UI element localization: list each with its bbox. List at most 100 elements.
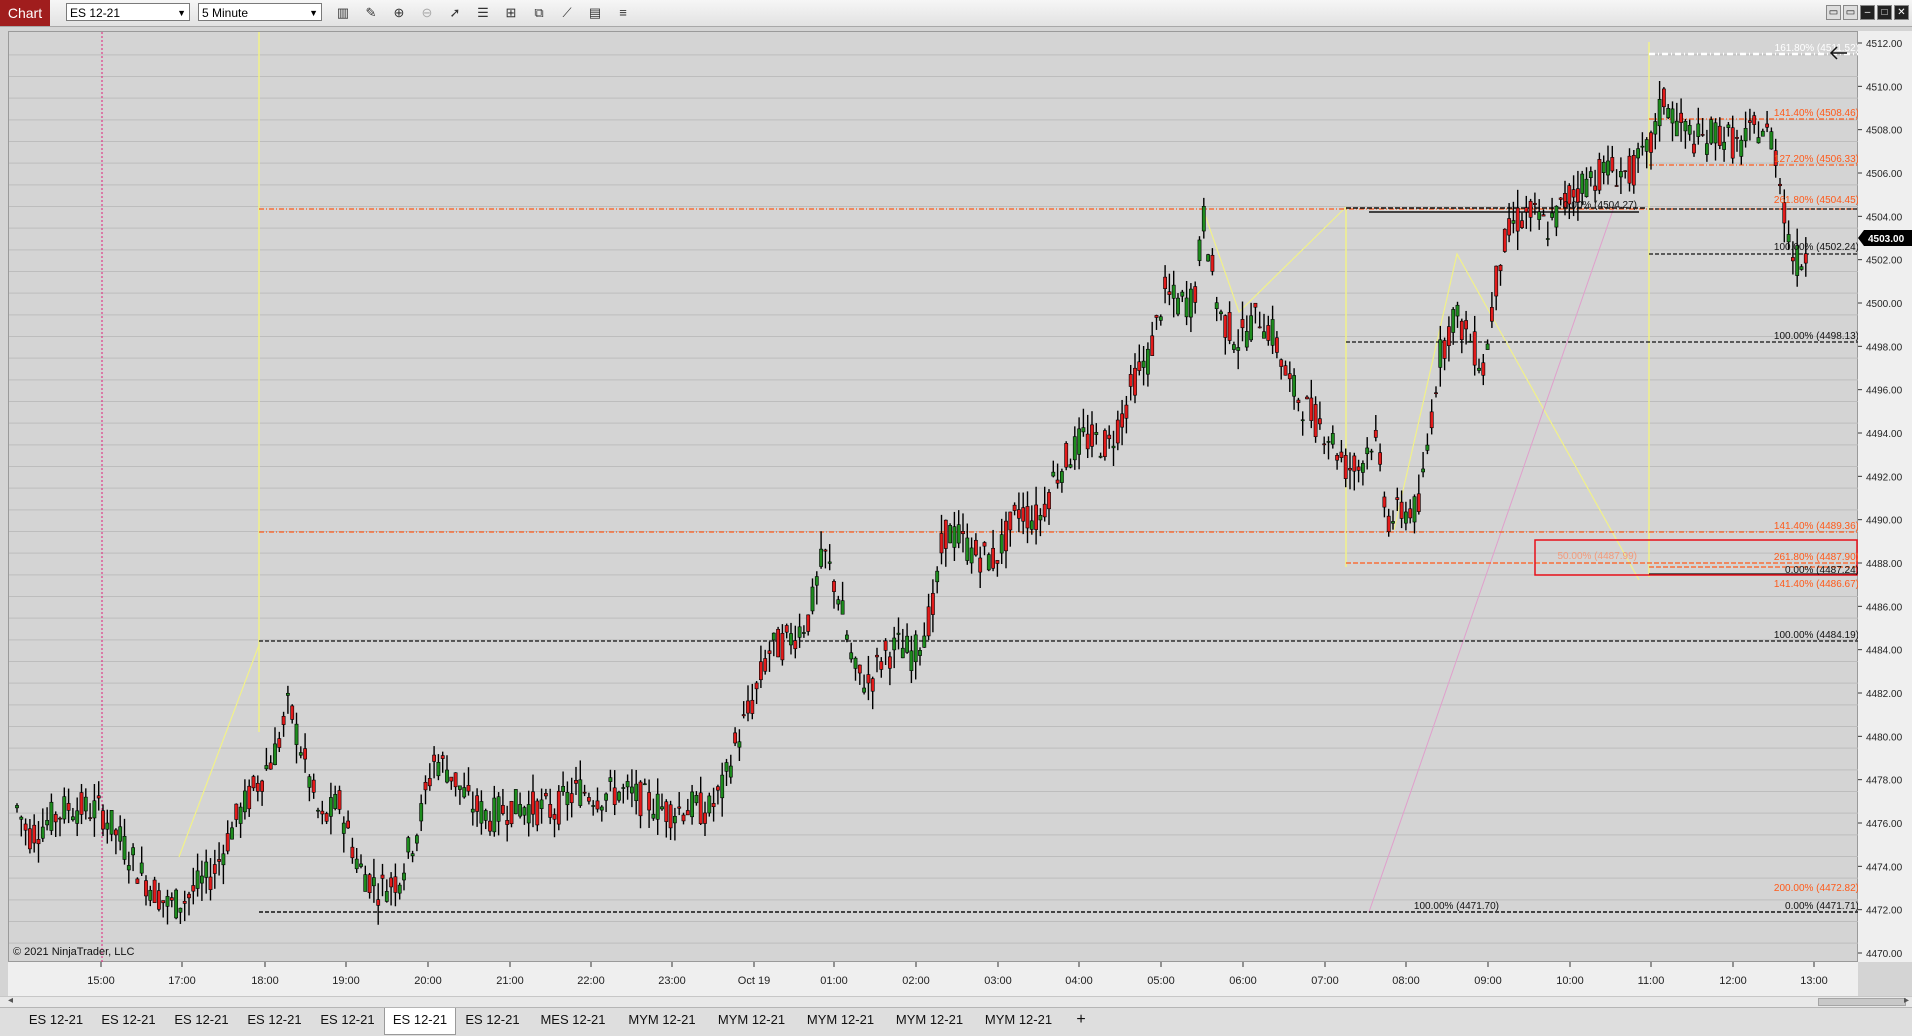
time-axis[interactable]: 15:00 17:00 18:00 19:00 20:00 21:00 22:00 23:00… bbox=[8, 962, 1858, 996]
time-tick-label: 12:00 bbox=[1719, 975, 1747, 987]
scroll-left-icon[interactable]: ◂ bbox=[8, 995, 13, 1006]
candle-body bbox=[1201, 206, 1206, 232]
candle-body bbox=[1275, 337, 1279, 353]
pencil-draw-icon[interactable]: ✎ bbox=[362, 4, 380, 22]
candle-body bbox=[1687, 125, 1692, 135]
scroll-thumb[interactable] bbox=[1818, 998, 1906, 1006]
candle-body bbox=[1528, 200, 1533, 218]
candle-body bbox=[230, 827, 234, 840]
candle-body bbox=[565, 792, 570, 806]
time-tick-label: 04:00 bbox=[1065, 975, 1093, 987]
candle-body bbox=[79, 792, 84, 815]
candle-body bbox=[1515, 207, 1520, 232]
candle-body bbox=[1756, 137, 1761, 144]
candle-body bbox=[1055, 479, 1060, 484]
zoom-in-icon[interactable]: ⊕ bbox=[390, 4, 408, 22]
candle-body bbox=[823, 549, 828, 552]
candle-body bbox=[32, 824, 37, 844]
candle-body bbox=[1382, 496, 1387, 508]
candle-body bbox=[1752, 115, 1757, 125]
scroll-right-icon[interactable]: ▸ bbox=[1904, 995, 1909, 1006]
candle-body bbox=[1244, 331, 1249, 348]
fib-label: 261.80% (4487.90) bbox=[1774, 552, 1859, 563]
strategies-icon[interactable]: ⧉ bbox=[530, 4, 548, 22]
candle-body bbox=[406, 837, 411, 853]
candle-body bbox=[1507, 218, 1512, 236]
candle-body bbox=[371, 877, 376, 887]
candle-body bbox=[294, 723, 299, 745]
candle-body bbox=[255, 782, 260, 792]
instrument-tab[interactable]: MYM 12-21 bbox=[617, 1008, 707, 1032]
candle-body bbox=[1640, 145, 1645, 148]
candle-body bbox=[784, 625, 789, 633]
zoom-out-icon[interactable]: ⊖ bbox=[418, 4, 436, 22]
instrument-tab[interactable]: ES 12-21 bbox=[92, 1008, 165, 1032]
instrument-tab[interactable]: MYM 12-21 bbox=[707, 1008, 796, 1032]
candle-body bbox=[62, 796, 67, 820]
candle-body bbox=[148, 889, 153, 901]
horizontal-scrollbar[interactable]: ◂ ▸ bbox=[0, 995, 1912, 1007]
candle-body bbox=[1133, 367, 1137, 396]
price-tick-label: 4502.00 bbox=[1866, 256, 1903, 267]
candle-body bbox=[285, 692, 290, 696]
candle-body bbox=[333, 793, 338, 809]
candle-body bbox=[195, 870, 200, 889]
instrument-tab[interactable]: MYM 12-21 bbox=[974, 1008, 1063, 1032]
instrument-tab[interactable]: ES 12-21 bbox=[238, 1008, 311, 1032]
candle-body bbox=[191, 885, 196, 892]
candle-body bbox=[101, 810, 105, 830]
candle-body bbox=[1524, 207, 1529, 213]
maximize-icon[interactable]: □ bbox=[1877, 5, 1892, 20]
bar-type-icon[interactable]: ▥ bbox=[334, 4, 352, 22]
candle-body bbox=[1391, 521, 1395, 524]
candle-body bbox=[1176, 297, 1180, 315]
minimize-icon[interactable]: – bbox=[1860, 5, 1875, 20]
properties-icon[interactable]: ☰ bbox=[474, 4, 492, 22]
candle-body bbox=[668, 804, 673, 829]
instrument-tab[interactable]: MYM 12-21 bbox=[885, 1008, 974, 1032]
close-icon[interactable]: ✕ bbox=[1894, 5, 1909, 20]
instrument-tab[interactable]: ES 12-21 bbox=[165, 1008, 238, 1032]
candle-body bbox=[1679, 112, 1684, 123]
candle-body bbox=[1425, 444, 1430, 451]
chart-window-tab[interactable]: Chart bbox=[0, 0, 50, 26]
instrument-tab[interactable]: MES 12-21 bbox=[529, 1008, 617, 1032]
candle-body bbox=[1533, 202, 1537, 205]
instrument-tab[interactable]: ES 12-21 bbox=[384, 1008, 456, 1035]
candle-body bbox=[427, 778, 432, 787]
list-icon[interactable]: ≡ bbox=[614, 4, 632, 22]
candle-body bbox=[1042, 503, 1047, 518]
price-tick-label: 4474.00 bbox=[1866, 862, 1903, 873]
data-box-icon[interactable]: ▤ bbox=[586, 4, 604, 22]
instrument-tab[interactable]: MYM 12-21 bbox=[796, 1008, 885, 1032]
pointer-icon[interactable]: ➚ bbox=[446, 4, 464, 22]
candle-body bbox=[1649, 132, 1653, 153]
candle-body bbox=[389, 877, 394, 888]
candle-body bbox=[715, 786, 720, 791]
price-tick-label: 4504.00 bbox=[1866, 212, 1903, 223]
instrument-selector[interactable]: ES 12-21 ▼ bbox=[66, 3, 190, 21]
drawing-tools-icon[interactable]: ⟋ bbox=[558, 4, 576, 22]
candle-body bbox=[758, 661, 763, 681]
candle-body bbox=[1705, 143, 1709, 155]
instrument-tab[interactable]: ES 12-21 bbox=[456, 1008, 529, 1032]
candle-body bbox=[956, 524, 961, 544]
instrument-tab[interactable]: ES 12-21 bbox=[311, 1008, 384, 1032]
add-tab-button[interactable]: + bbox=[1069, 1008, 1093, 1032]
indicators-icon[interactable]: ⊞ bbox=[502, 4, 520, 22]
price-axis[interactable]: 4512.00 4510.00 4508.00 4506.00 4504.00 4502.… bbox=[1858, 31, 1912, 962]
instrument-tab[interactable]: ES 12-21 bbox=[20, 1008, 92, 1032]
price-tick-label: 4482.00 bbox=[1866, 689, 1903, 700]
chart-plot-area[interactable]: 161.80% (4511.52) 141.40% (4508.46) 127.… bbox=[8, 31, 1859, 963]
candle-body bbox=[569, 793, 574, 804]
candle-body bbox=[221, 853, 226, 866]
candle-body bbox=[608, 777, 613, 782]
tile-icon[interactable]: ▭ bbox=[1826, 5, 1841, 20]
candle-body bbox=[36, 839, 41, 845]
candle-body bbox=[1614, 185, 1619, 187]
candle-body bbox=[1644, 139, 1649, 152]
cascade-icon[interactable]: ▭ bbox=[1843, 5, 1858, 20]
candle-body bbox=[780, 632, 785, 661]
interval-selector[interactable]: 5 Minute ▼ bbox=[198, 3, 322, 21]
candle-body bbox=[814, 576, 819, 586]
